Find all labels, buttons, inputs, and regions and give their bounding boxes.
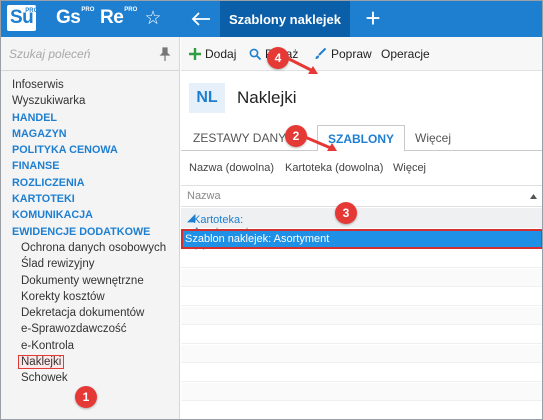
module-badge: NL xyxy=(189,83,225,113)
empty-row xyxy=(181,307,542,325)
sidebar-item[interactable]: Dekretacja dokumentów xyxy=(1,305,179,321)
sidebar-item-label: HANDEL xyxy=(12,111,57,124)
app-re-pro: PRO xyxy=(124,7,138,13)
sidebar-item-label: EWIDENCJE DODATKOWE xyxy=(12,225,151,238)
sidebar-item-label: Ochrona danych osobowych xyxy=(21,241,167,254)
add-button-label: Dodaj xyxy=(205,47,237,61)
empty-row xyxy=(181,345,542,363)
sidebar-item[interactable]: Ślad rewizyjny xyxy=(1,256,179,272)
sidebar-nav: Infoserwis Wyszukiwarka HANDEL MAGAZYN POLIT… xyxy=(1,77,179,387)
sidebar-item-label: Wyszukiwarka xyxy=(12,95,86,108)
sidebar-item[interactable]: KARTOTEKI xyxy=(1,191,179,207)
empty-row xyxy=(181,288,542,306)
page-title: Naklejki xyxy=(237,88,297,107)
fix-button-label: Popraw xyxy=(331,47,372,61)
filter-bar: Nazwa (dowolna) Kartoteka (dowolna) Więc… xyxy=(181,159,542,181)
app-su-pro: PRO xyxy=(25,8,39,14)
sidebar-item[interactable]: Korekty kosztów xyxy=(1,289,179,305)
magnifier-icon xyxy=(249,48,261,60)
sidebar-item[interactable]: Ochrona danych osobowych xyxy=(1,240,179,256)
app-re-name: Re xyxy=(100,7,124,28)
operations-button-label: Operacje xyxy=(381,47,430,61)
search-input[interactable] xyxy=(9,44,157,64)
sidebar-item-label: Dekretacja dokumentów xyxy=(21,307,145,320)
empty-row xyxy=(181,364,542,382)
plus-icon xyxy=(189,48,201,60)
sidebar-item[interactable]: KOMUNIKACJA xyxy=(1,207,179,223)
fix-button[interactable]: Popraw xyxy=(313,37,372,71)
sidebar: Infoserwis Wyszukiwarka HANDEL MAGAZYN POLIT… xyxy=(1,37,180,419)
page-header: NL Naklejki xyxy=(181,81,542,113)
sidebar-item-label: Korekty kosztów xyxy=(21,290,105,303)
toolbar: Dodaj Pokaż Popraw Operacje xyxy=(181,37,542,71)
group-row[interactable]: ◢ Kartoteka: Asortyment (1) xyxy=(181,208,542,250)
app-gs-name: Gs xyxy=(56,7,81,28)
filter-name[interactable]: Nazwa (dowolna) xyxy=(189,162,274,174)
sidebar-item-label: Infoserwis xyxy=(12,79,64,91)
sidebar-item-label: ROZLICZENIA xyxy=(12,176,85,189)
callout-2-arrow xyxy=(304,135,337,151)
sidebar-item[interactable]: Wyszukiwarka xyxy=(1,93,179,109)
pin-icon[interactable] xyxy=(159,47,171,61)
table-row-label: Szablon naklejek: Asortyment xyxy=(185,233,330,245)
sidebar-item-label: Naklejki xyxy=(18,355,65,370)
app-re-logo[interactable]: Re PRO xyxy=(97,5,137,33)
sidebar-item-label: Dokumenty wewnętrzne xyxy=(21,274,144,287)
tab-szablony-naklejek[interactable]: Szablony naklejek xyxy=(220,1,350,37)
add-button[interactable]: Dodaj xyxy=(189,37,236,71)
sort-up-icon xyxy=(530,194,537,199)
callout-3: 3 xyxy=(335,202,357,224)
top-bar: Su PRO Gs PRO Re PRO ☆ Szablony naklejek… xyxy=(1,1,542,37)
sidebar-item-label: KOMUNIKACJA xyxy=(12,209,93,222)
sidebar-item-label: e-Kontrola xyxy=(21,339,75,352)
sidebar-item[interactable]: MAGAZYN xyxy=(1,126,179,142)
sidebar-item[interactable]: ROZLICZENIA xyxy=(1,175,179,191)
callout-1: 1 xyxy=(75,386,97,408)
empty-row xyxy=(181,269,542,287)
sidebar-item[interactable]: e-Sprawozdawczość xyxy=(1,321,179,337)
sidebar-item[interactable]: Infoserwis xyxy=(1,77,179,93)
empty-row xyxy=(181,402,542,419)
app-gs-pro: PRO xyxy=(81,7,95,13)
sidebar-item[interactable]: EWIDENCJE DODATKOWE xyxy=(1,224,179,240)
column-header-nazwa[interactable]: Nazwa xyxy=(181,185,542,207)
operations-button[interactable]: Operacje xyxy=(381,37,430,71)
favorites-star-icon[interactable]: ☆ xyxy=(141,7,165,31)
sidebar-item[interactable]: Schowek xyxy=(1,370,179,386)
tab-strip: ZESTAWY DANYCH SZABLONY Więcej xyxy=(181,125,542,152)
sidebar-search xyxy=(1,37,179,71)
sidebar-item[interactable]: Dokumenty wewnętrzne xyxy=(1,273,179,289)
empty-row xyxy=(181,250,542,268)
sidebar-item[interactable]: e-Kontrola xyxy=(1,338,179,354)
back-arrow-icon[interactable] xyxy=(181,1,221,37)
empty-row xyxy=(181,326,542,344)
sidebar-item-label: e-Sprawozdawczość xyxy=(21,323,127,336)
table-row-selected[interactable]: Szablon naklejek: Asortyment xyxy=(181,229,542,249)
sidebar-item-label: FINANSE xyxy=(12,160,60,173)
app-gs-logo[interactable]: Gs PRO xyxy=(53,5,94,33)
sidebar-item[interactable]: HANDEL xyxy=(1,110,179,126)
sidebar-item[interactable]: FINANSE xyxy=(1,158,179,174)
new-tab-plus-icon[interactable]: + xyxy=(359,5,387,33)
empty-row xyxy=(181,383,542,401)
group-row-label: ◢ Kartoteka: Asortyment (1) xyxy=(187,211,249,250)
sidebar-item-label: POLITYKA CENOWA xyxy=(12,144,118,157)
main-panel: Dodaj Pokaż Popraw Operacje NL Naklejki … xyxy=(181,37,542,419)
column-header-label: Nazwa xyxy=(187,190,221,202)
sidebar-item-label: Schowek xyxy=(21,372,68,385)
app-su-logo[interactable]: Su PRO xyxy=(7,5,38,33)
sidebar-item[interactable]: Naklejki xyxy=(1,354,179,370)
sidebar-item-label: Ślad rewizyjny xyxy=(21,258,95,271)
sidebar-item[interactable]: POLITYKA CENOWA xyxy=(1,142,179,158)
sidebar-item-label: KARTOTEKI xyxy=(12,193,75,206)
tab-more[interactable]: Więcej xyxy=(415,125,451,151)
app-window: Su PRO Gs PRO Re PRO ☆ Szablony naklejek… xyxy=(0,0,543,420)
callout-4-arrow xyxy=(288,57,318,74)
sidebar-item-label: MAGAZYN xyxy=(12,127,67,140)
filter-more[interactable]: Więcej xyxy=(393,162,426,174)
filter-kartoteka[interactable]: Kartoteka (dowolna) xyxy=(285,162,383,174)
